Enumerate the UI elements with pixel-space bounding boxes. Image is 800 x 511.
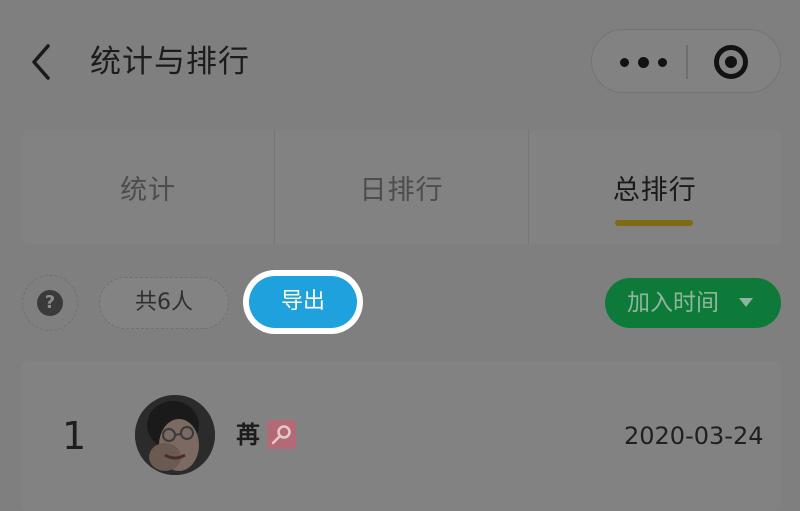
tab-bar: 统计 日排行 总排行 — [22, 130, 781, 244]
tab-daily-ranking[interactable]: 日排行 — [274, 130, 527, 244]
page-title: 统计与排行 — [90, 44, 250, 80]
help-button[interactable]: ? — [22, 275, 78, 331]
tab-statistics[interactable]: 统计 — [22, 130, 274, 244]
more-dots-icon — [620, 57, 667, 68]
join-date: 2020-03-24 — [624, 422, 764, 450]
tab-label: 总排行 — [612, 174, 697, 206]
target-icon — [714, 45, 748, 79]
mini-program-capsule — [591, 29, 781, 93]
export-label: 导出 — [249, 276, 357, 328]
sort-label: 加入时间 — [627, 290, 719, 316]
caret-down-icon — [739, 298, 753, 307]
user-name: 苒 — [236, 421, 260, 449]
close-button[interactable] — [688, 30, 782, 92]
avatar[interactable] — [135, 395, 215, 475]
tab-total-ranking[interactable]: 总排行 — [527, 130, 781, 244]
rank-number: 1 — [62, 414, 87, 458]
back-button[interactable] — [26, 40, 66, 84]
tab-label: 统计 — [120, 174, 177, 206]
chevron-left-icon — [32, 44, 50, 80]
sort-dropdown[interactable]: 加入时间 — [605, 278, 781, 328]
more-button[interactable] — [592, 30, 686, 92]
tab-label: 日排行 — [359, 174, 444, 206]
question-icon: ? — [37, 290, 63, 316]
export-button[interactable]: 导出 — [243, 270, 363, 334]
active-tab-indicator — [614, 220, 693, 226]
member-count-pill: 共6人 — [99, 277, 229, 329]
key-icon — [267, 420, 296, 449]
